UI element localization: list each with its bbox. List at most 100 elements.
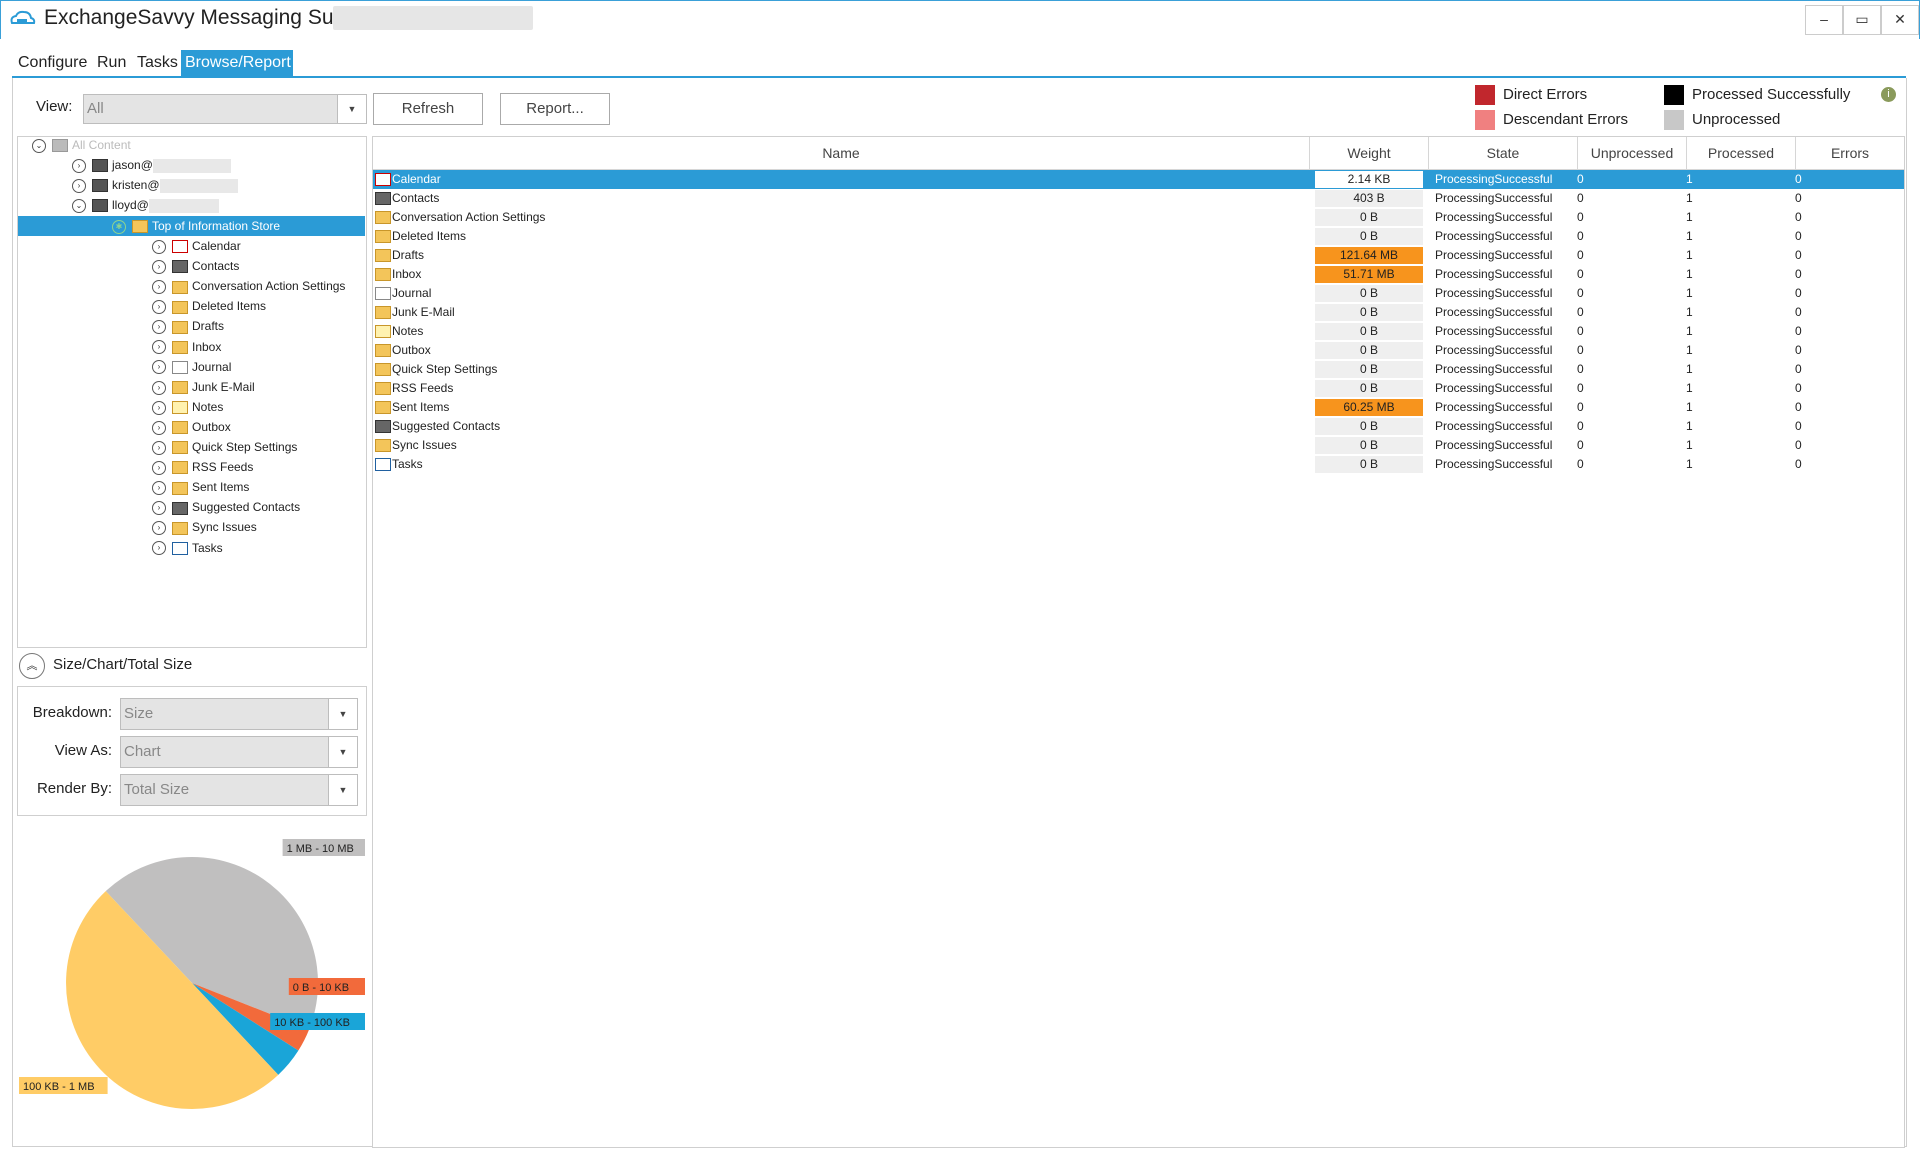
view-dropdown[interactable]: All ▼	[83, 94, 367, 124]
tree-folder-item[interactable]: › Conversation Action Settings	[152, 276, 345, 296]
tree-folder-item[interactable]: › Sync Issues	[152, 517, 257, 537]
tree-folder-item[interactable]: › Inbox	[152, 337, 221, 357]
expand-icon[interactable]: ›	[72, 158, 86, 173]
restore-button[interactable]: ▭	[1843, 5, 1881, 35]
tree-folder-item[interactable]: › Quick Step Settings	[152, 437, 297, 457]
tree-user-kristen[interactable]: › kristen@	[72, 175, 238, 195]
folder-icon	[172, 521, 188, 535]
expand-icon[interactable]: ›	[152, 440, 166, 455]
column-header-processed[interactable]: Processed	[1687, 137, 1796, 170]
expand-icon[interactable]: ›	[152, 460, 166, 475]
tree-folder-item[interactable]: › Journal	[152, 357, 231, 377]
expand-icon[interactable]: ›	[72, 178, 86, 193]
table-row[interactable]: Quick Step Settings 0 B ProcessingSuccessf…	[373, 360, 1904, 379]
tree-folder-label: Journal	[192, 359, 232, 374]
contacts-icon	[172, 501, 188, 515]
tree-folder-item[interactable]: › Contacts	[152, 256, 239, 276]
row-state: ProcessingSuccessful	[1435, 419, 1553, 433]
expand-icon[interactable]: ›	[152, 501, 166, 516]
row-errors: 0	[1795, 362, 1802, 376]
expand-icon[interactable]: ›	[152, 340, 166, 355]
expand-icon[interactable]: ›	[152, 521, 166, 536]
refresh-button[interactable]: Refresh	[373, 93, 483, 125]
tree-folder-item[interactable]: › Tasks	[152, 538, 223, 558]
mailbox-icon	[92, 179, 108, 193]
column-header-state[interactable]: State	[1429, 137, 1578, 170]
row-processed: 1	[1686, 438, 1693, 452]
tree-folder-label: Junk E-Mail	[192, 379, 255, 394]
close-button[interactable]: ✕	[1881, 5, 1919, 35]
tab-configure[interactable]: Configure	[14, 50, 91, 76]
tree-folder-item[interactable]: › RSS Feeds	[152, 457, 253, 477]
expand-icon[interactable]: ›	[152, 259, 166, 274]
table-row[interactable]: Drafts 121.64 MB ProcessingSuccessful 0 1 0	[373, 246, 1904, 265]
folder-icon	[375, 211, 391, 225]
table-row[interactable]: Sent Items 60.25 MB ProcessingSuccessful 0 1…	[373, 398, 1904, 417]
tree-folder-item[interactable]: › Calendar	[152, 236, 241, 256]
tree-folder-item[interactable]: › Junk E-Mail	[152, 377, 255, 397]
expand-icon[interactable]: ›	[152, 300, 166, 315]
tree-folder-item[interactable]: › Deleted Items	[152, 296, 266, 316]
minimize-button[interactable]: –	[1805, 5, 1843, 35]
info-icon[interactable]: i	[1881, 87, 1896, 102]
tree-folder-item[interactable]: › Notes	[152, 397, 223, 417]
collapse-icon[interactable]: ⌄	[72, 198, 86, 213]
report-button[interactable]: Report...	[500, 93, 610, 125]
table-row[interactable]: Junk E-Mail 0 B ProcessingSuccessful 0 1 0	[373, 303, 1904, 322]
table-row[interactable]: Outbox 0 B ProcessingSuccessful 0 1 0	[373, 341, 1904, 360]
expand-icon[interactable]: ›	[152, 420, 166, 435]
table-row[interactable]: Deleted Items 0 B ProcessingSuccessful 0 1 0	[373, 227, 1904, 246]
breakdown-dropdown[interactable]: Size ▼	[120, 698, 358, 730]
view-dropdown-value: All	[87, 100, 104, 117]
table-row[interactable]: Inbox 51.71 MB ProcessingSuccessful 0 1 0	[373, 265, 1904, 284]
expand-icon[interactable]: ›	[152, 400, 166, 415]
table-row[interactable]: Suggested Contacts 0 B ProcessingSuccessfu…	[373, 417, 1904, 436]
expand-icon[interactable]: ›	[152, 481, 166, 496]
folder-icon	[172, 481, 188, 495]
row-unprocessed: 0	[1577, 381, 1584, 395]
table-row[interactable]: Journal 0 B ProcessingSuccessful 0 1 0	[373, 284, 1904, 303]
expand-icon[interactable]: ›	[152, 320, 166, 335]
folder-icon	[375, 306, 391, 320]
tree-folder-item[interactable]: › Sent Items	[152, 477, 249, 497]
folder-grid[interactable]: Name Weight State Unprocessed Processed …	[372, 136, 1905, 1148]
expand-icon[interactable]: ›	[152, 380, 166, 395]
row-unprocessed: 0	[1577, 191, 1584, 205]
table-row[interactable]: Contacts 403 B ProcessingSuccessful 0 1 0	[373, 189, 1904, 208]
expand-icon[interactable]: ›	[152, 360, 166, 375]
table-row[interactable]: Notes 0 B ProcessingSuccessful 0 1 0	[373, 322, 1904, 341]
mailbox-icon	[92, 199, 108, 213]
viewas-dropdown[interactable]: Chart ▼	[120, 736, 358, 768]
table-row[interactable]: Calendar 2.14 KB ProcessingSuccessful 0 1 0	[373, 170, 1904, 189]
collapse-panel-icon[interactable]: ︽	[19, 653, 45, 679]
table-row[interactable]: Tasks 0 B ProcessingSuccessful 0 1 0	[373, 455, 1904, 474]
svg-text:100 KB - 1 MB: 100 KB - 1 MB	[23, 1081, 95, 1093]
table-row[interactable]: RSS Feeds 0 B ProcessingSuccessful 0 1 0	[373, 379, 1904, 398]
window-title: ExchangeSavvy Messaging Suite -	[44, 6, 369, 29]
expand-icon[interactable]: ›	[152, 541, 166, 556]
tree-folder-item[interactable]: › Outbox	[152, 417, 231, 437]
tree-user-lloyd[interactable]: ⌄ lloyd@	[72, 195, 219, 215]
tree-folder-item[interactable]: › Drafts	[152, 316, 224, 336]
tree-store[interactable]: ✱ Top of Information Store	[112, 216, 280, 236]
collapse-icon[interactable]: ⌄	[32, 138, 46, 153]
pie-label: 1 MB - 10 MB	[282, 839, 365, 856]
column-header-name[interactable]: Name	[373, 137, 1310, 170]
tab-run[interactable]: Run	[93, 50, 130, 76]
tree-folder-label: Notes	[192, 399, 224, 414]
row-state: ProcessingSuccessful	[1435, 305, 1553, 319]
tab-browse-report[interactable]: Browse/Report	[181, 50, 293, 76]
renderby-dropdown[interactable]: Total Size ▼	[120, 774, 358, 806]
column-header-unprocessed[interactable]: Unprocessed	[1578, 137, 1687, 170]
column-header-weight[interactable]: Weight	[1310, 137, 1429, 170]
tree-root[interactable]: ⌄ All Content	[32, 135, 131, 155]
tab-tasks[interactable]: Tasks	[133, 50, 182, 76]
row-weight: 0 B	[1315, 228, 1423, 245]
table-row[interactable]: Sync Issues 0 B ProcessingSuccessful 0 1 0	[373, 436, 1904, 455]
column-header-errors[interactable]: Errors	[1796, 137, 1904, 170]
expand-icon[interactable]: ›	[152, 239, 166, 254]
table-row[interactable]: Conversation Action Settings 0 B Processin…	[373, 208, 1904, 227]
expand-icon[interactable]: ›	[152, 280, 166, 295]
tree-folder-item[interactable]: › Suggested Contacts	[152, 497, 300, 517]
tree-user-jason[interactable]: › jason@	[72, 155, 231, 175]
